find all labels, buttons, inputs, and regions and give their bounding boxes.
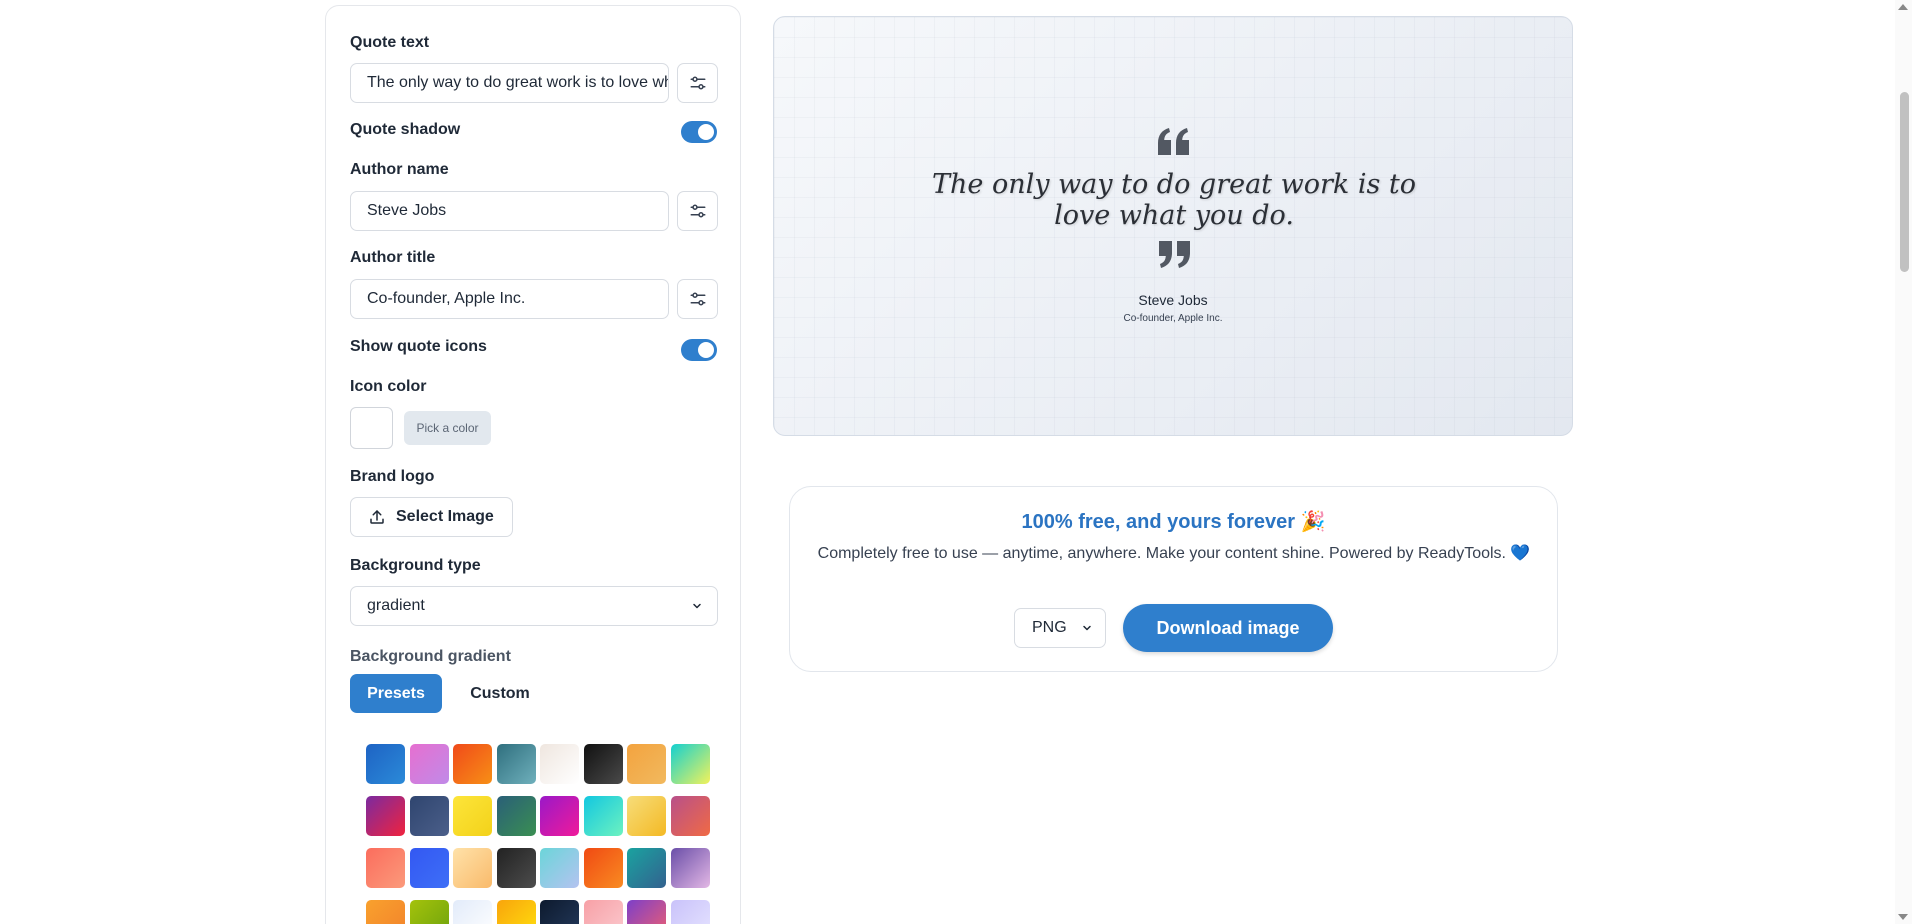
quote-preview: The only way to do great work is to love… [773,16,1573,436]
gradient-preset-swatch[interactable] [409,848,449,888]
gradient-preset-swatch[interactable] [409,796,449,836]
tab-presets[interactable]: Presets [350,674,442,713]
gradient-preset-swatch[interactable] [366,900,405,924]
gradient-preset-swatch[interactable] [583,848,623,888]
gradient-preset-swatch[interactable] [627,796,666,836]
icon-color-label: Icon color [350,378,427,395]
gradient-preset-swatch[interactable] [627,848,666,888]
chevron-down-icon [1081,609,1093,647]
gradient-preset-swatch[interactable] [409,744,449,784]
gradient-preset-swatch[interactable] [453,744,492,784]
background-type-value: gradient [367,597,425,614]
quote-shadow-label: Quote shadow [350,121,461,138]
close-quote-icon [1159,241,1190,268]
background-type-label: Background type [350,557,481,574]
download-card: 100% free, and yours forever 🎉 Completel… [789,486,1558,672]
gradient-preset-swatch[interactable] [670,900,710,924]
author-title-input[interactable]: Co-founder, Apple Inc. [350,279,669,319]
gradient-preset-swatch[interactable] [670,744,710,784]
page-scrollbar[interactable] [1895,0,1912,924]
quote-author: Steve Jobs [1138,292,1208,308]
card-description: Completely free to use — anytime, anywhe… [817,545,1531,562]
tab-custom[interactable]: Custom [454,674,546,713]
card-heading: 100% free, and yours forever 🎉 [1021,511,1326,533]
scroll-down-arrow-icon[interactable] [1898,914,1908,920]
gradient-preset-swatch[interactable] [453,796,492,836]
gradient-preset-swatch[interactable] [540,848,579,888]
quote-author-title: Co-founder, Apple Inc. [1123,313,1223,324]
upload-icon [370,510,384,524]
format-value: PNG [1032,619,1067,636]
author-title-style-button[interactable] [677,279,718,319]
icon-color-swatch[interactable] [350,407,393,449]
gradient-preset-swatch[interactable] [496,900,536,924]
scroll-up-arrow-icon[interactable] [1898,4,1908,10]
background-gradient-label: Background gradient [350,648,511,665]
gradient-preset-swatch[interactable] [583,900,623,924]
show-quote-icons-toggle[interactable] [681,339,717,361]
open-quote-icon [1158,128,1189,155]
gradient-preset-swatch[interactable] [496,848,536,888]
gradient-preset-swatch[interactable] [453,900,492,924]
gradient-preset-swatch[interactable] [496,744,536,784]
author-title-label: Author title [350,249,436,266]
download-image-button[interactable]: Download image [1123,604,1333,652]
quote-text: The only way to do great work is to love… [931,169,1417,231]
gradient-preset-swatch[interactable] [496,796,536,836]
quote-text-style-button[interactable] [677,63,718,103]
quote-text-label: Quote text [350,34,430,51]
gradient-preset-swatch[interactable] [627,744,666,784]
select-image-label: Select Image [396,508,494,525]
format-select[interactable]: PNG [1014,608,1106,648]
sliders-icon [690,292,705,306]
gradient-preset-swatch[interactable] [540,744,579,784]
author-name-style-button[interactable] [677,191,718,231]
gradient-preset-swatch[interactable] [409,900,449,924]
settings-panel: Quote text The only way to do great work… [325,5,741,924]
author-name-input[interactable]: Steve Jobs [350,191,669,231]
background-type-select[interactable]: gradient [350,586,718,626]
pick-color-button[interactable]: Pick a color [404,411,491,445]
gradient-preset-swatch[interactable] [670,848,710,888]
sliders-icon [690,76,705,90]
sliders-icon [690,204,705,218]
gradient-preset-swatch[interactable] [366,848,405,888]
gradient-preset-swatch[interactable] [366,744,405,784]
quote-text-input[interactable]: The only way to do great work is to love… [350,63,669,103]
brand-logo-label: Brand logo [350,468,435,485]
gradient-preset-swatch[interactable] [627,900,666,924]
author-name-label: Author name [350,161,449,178]
chevron-down-icon [691,587,703,625]
gradient-preset-swatch[interactable] [366,796,405,836]
gradient-preset-swatch[interactable] [540,900,579,924]
show-quote-icons-label: Show quote icons [350,338,487,355]
gradient-preset-swatch[interactable] [540,796,579,836]
scrollbar-thumb[interactable] [1900,92,1909,272]
gradient-preset-swatch[interactable] [583,744,623,784]
gradient-preset-swatch[interactable] [583,796,623,836]
gradient-preset-swatch[interactable] [670,796,710,836]
quote-shadow-toggle[interactable] [681,121,717,143]
gradient-preset-swatch[interactable] [453,848,492,888]
select-image-button[interactable]: Select Image [350,497,513,537]
